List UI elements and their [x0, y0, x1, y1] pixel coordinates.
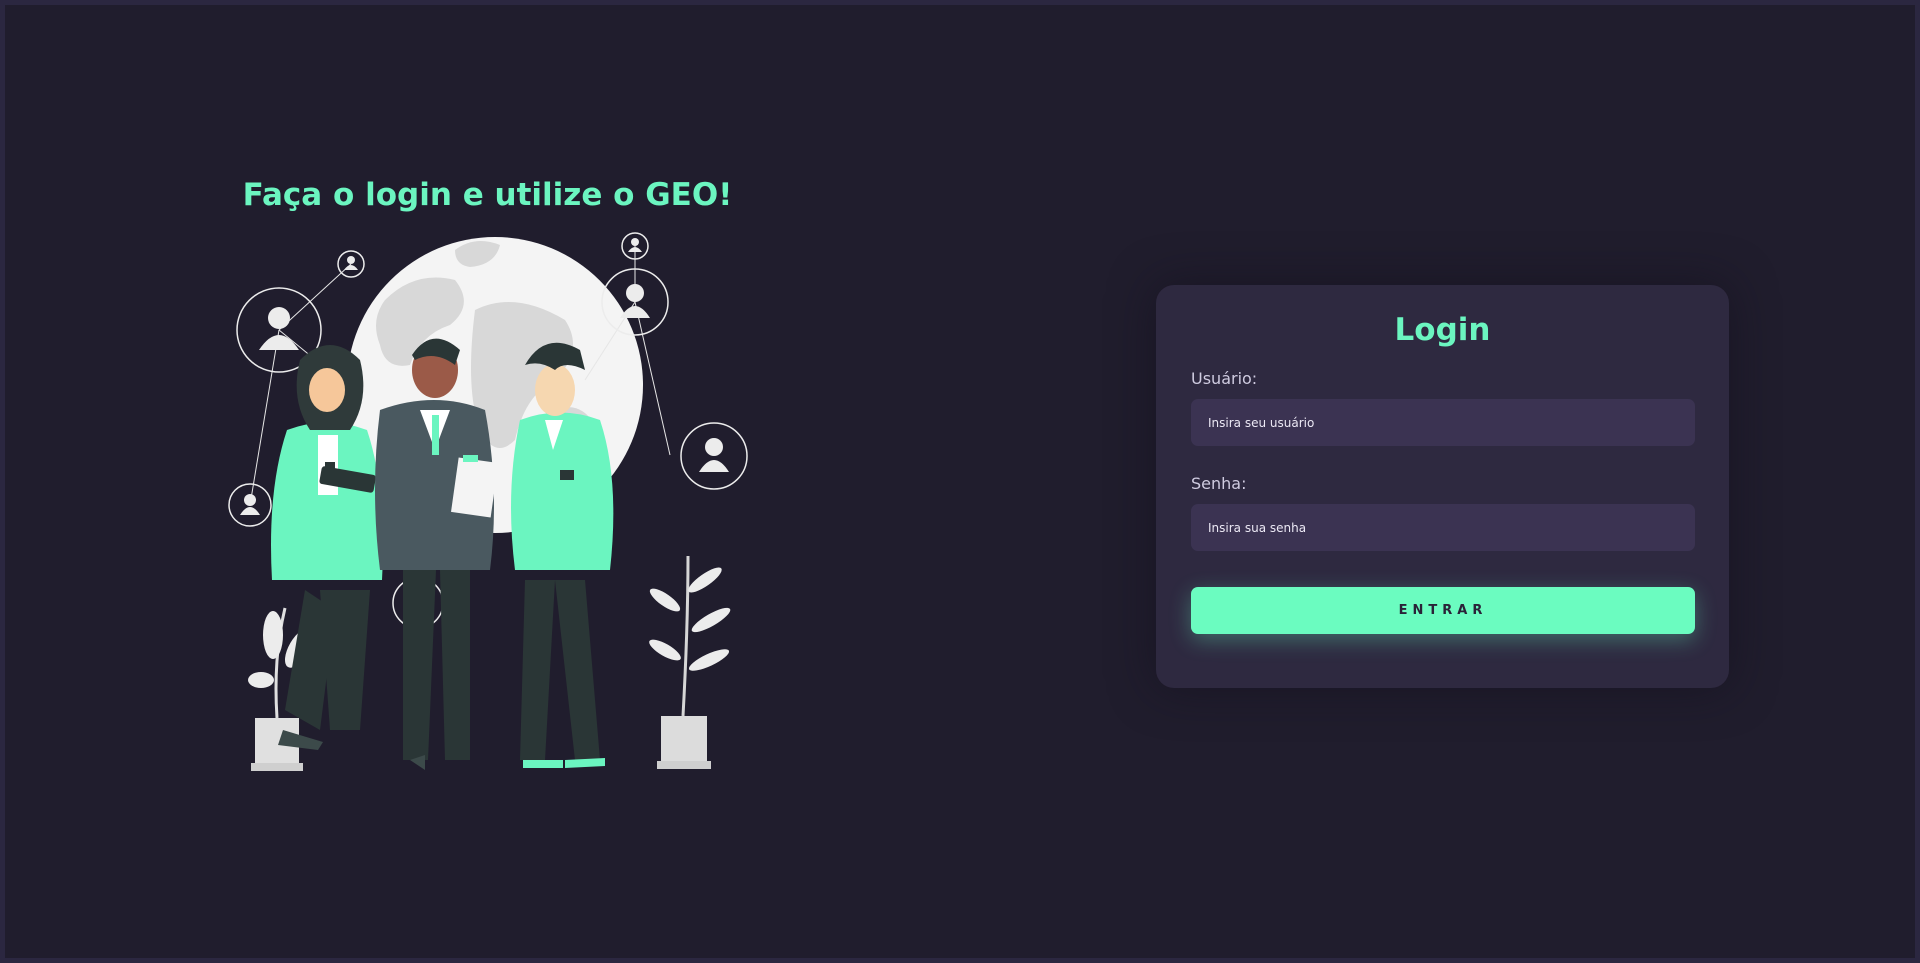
login-card: Login Usuário: Senha: ENTRAR: [1156, 285, 1729, 688]
password-label: Senha:: [1191, 474, 1247, 493]
login-title: Login: [1394, 312, 1491, 348]
login-submit-button[interactable]: ENTRAR: [1191, 587, 1695, 634]
username-label: Usuário:: [1191, 369, 1258, 388]
team-illustration: [228, 232, 748, 771]
username-input[interactable]: [1191, 399, 1695, 446]
password-input[interactable]: [1191, 504, 1695, 551]
page-background: Faça o login e utilize o GEO! Login Usuá…: [5, 5, 1915, 958]
hero-title: Faça o login e utilize o GEO!: [242, 177, 733, 213]
